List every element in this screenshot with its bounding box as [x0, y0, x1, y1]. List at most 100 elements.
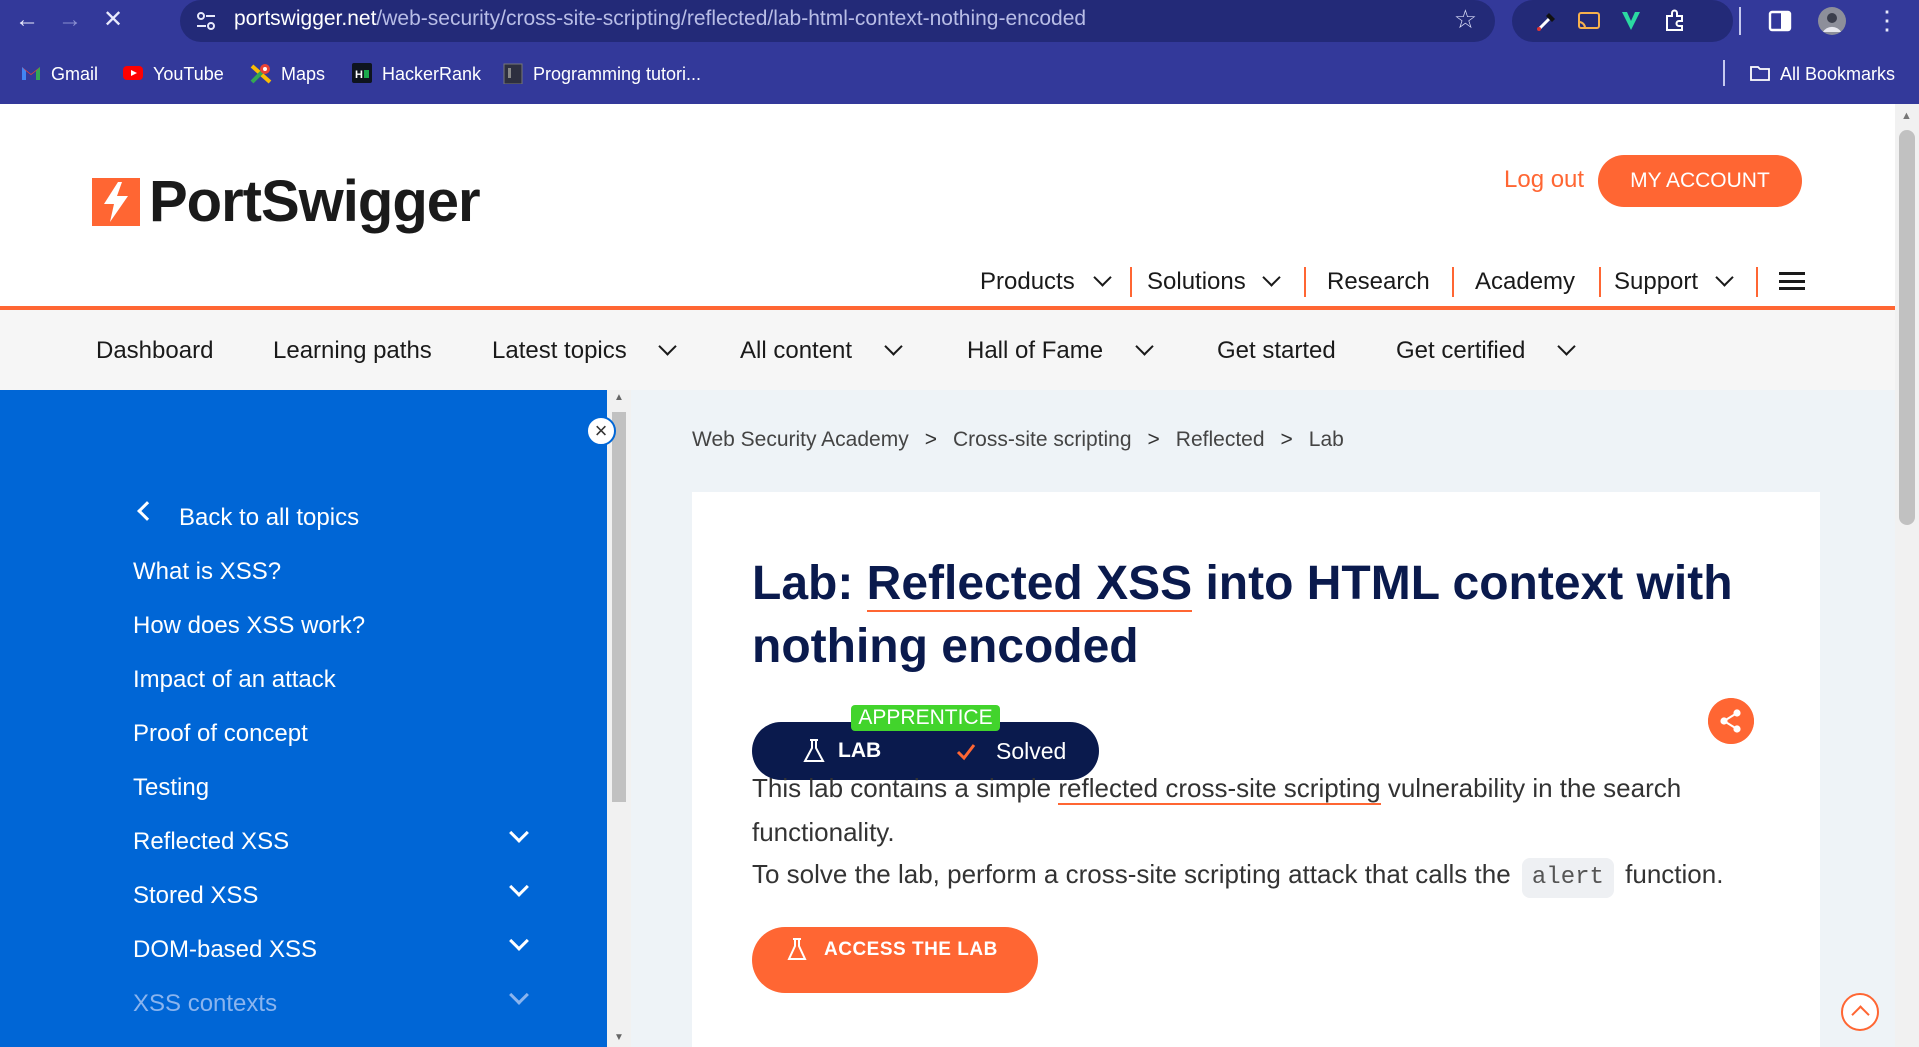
- chevron-down-icon: [1262, 268, 1281, 287]
- subnav-get-started[interactable]: Get started: [1217, 337, 1336, 365]
- bookmark-label: Gmail: [51, 64, 99, 84]
- sidebar-item-impact[interactable]: Impact of an attack: [133, 666, 336, 694]
- logout-link[interactable]: Log out: [1504, 166, 1584, 194]
- flask-icon: [803, 739, 825, 762]
- bookmark-label: Programming tutori...: [533, 64, 702, 84]
- bookmark-programming[interactable]: Programming tutori...: [502, 55, 701, 93]
- chevron-down-icon[interactable]: [884, 337, 903, 356]
- lab-title-prefix: Lab:: [752, 557, 867, 610]
- cast-extension-icon[interactable]: [1576, 8, 1602, 34]
- site-settings-icon[interactable]: [194, 9, 218, 33]
- bookmark-label: HackerRank: [382, 64, 482, 84]
- stop-loading-icon[interactable]: ✕: [95, 2, 131, 38]
- url-text[interactable]: portswigger.net/web-security/cross-site-…: [234, 0, 1086, 42]
- sidebar-item-testing[interactable]: Testing: [133, 774, 209, 802]
- breadcrumb-item[interactable]: Web Security Academy: [692, 428, 909, 451]
- youtube-icon: [123, 66, 143, 81]
- all-bookmarks-label: All Bookmarks: [1780, 64, 1896, 84]
- breadcrumb-separator: >: [924, 428, 937, 451]
- folder-icon: [1750, 66, 1770, 82]
- hamburger-menu-icon[interactable]: [1779, 272, 1805, 290]
- sidebar-item-stored-xss[interactable]: Stored XSS: [133, 882, 258, 910]
- url-path: /web-security/cross-site-scripting/refle…: [376, 7, 1087, 30]
- chevron-down-icon[interactable]: [1135, 337, 1154, 356]
- bookmark-maps[interactable]: Maps: [250, 55, 325, 93]
- sidebar-item-proof-of-concept[interactable]: Proof of concept: [133, 720, 308, 748]
- sidebar-item-xss-contexts[interactable]: XSS contexts: [133, 990, 277, 1018]
- chevron-down-icon[interactable]: [658, 337, 677, 356]
- lab-description: This lab contains a simple reflected cro…: [752, 766, 1772, 854]
- bookmark-youtube[interactable]: YouTube: [122, 55, 224, 93]
- eyedropper-extension-icon[interactable]: [1534, 8, 1560, 34]
- scroll-down-arrow-icon[interactable]: ▼: [614, 1032, 624, 1043]
- kebab-menu-icon[interactable]: ⋮: [1869, 2, 1905, 38]
- subnav-hall-of-fame[interactable]: Hall of Fame: [967, 337, 1103, 365]
- flask-icon: [787, 938, 807, 960]
- bookmarks-bar: Gmail YouTube Maps H HackerRank Programm…: [0, 55, 1919, 93]
- portswigger-logo-icon: [92, 178, 140, 226]
- breadcrumb-item[interactable]: Cross-site scripting: [953, 428, 1132, 451]
- breadcrumb: Web Security Academy > Cross-site scriptin…: [692, 428, 1344, 452]
- chevron-down-icon[interactable]: [1557, 337, 1576, 356]
- difficulty-badge: APPRENTICE: [851, 705, 1000, 731]
- scroll-up-arrow-icon[interactable]: ▲: [1901, 110, 1912, 122]
- lab-instructions: To solve the lab, perform a cross-site s…: [752, 852, 1852, 898]
- address-bar[interactable]: portswigger.net/web-security/cross-site-…: [180, 0, 1495, 42]
- access-lab-button[interactable]: ACCESS THE LAB: [752, 927, 1038, 993]
- close-sidebar-icon[interactable]: ×: [586, 416, 616, 446]
- nav-divider: [1599, 267, 1601, 297]
- academy-subnav: Dashboard Learning paths Latest topics A…: [0, 310, 1895, 390]
- breadcrumb-separator: >: [1147, 428, 1160, 451]
- maps-icon: [250, 64, 272, 84]
- bookmark-star-icon[interactable]: ☆: [1454, 4, 1477, 35]
- subnav-get-certified[interactable]: Get certified: [1396, 337, 1525, 365]
- lab-title: Lab: Reflected XSS into HTML context wit…: [752, 552, 1792, 678]
- page-scrollbar-thumb[interactable]: [1899, 130, 1915, 525]
- subnav-learning-paths[interactable]: Learning paths: [273, 337, 432, 365]
- web-page: PortSwigger Log out MY ACCOUNT Products …: [0, 104, 1895, 1047]
- scroll-up-arrow-icon[interactable]: ▲: [614, 392, 624, 403]
- back-to-top-icon[interactable]: [1841, 993, 1879, 1031]
- nav-divider: [1452, 267, 1454, 297]
- my-account-button[interactable]: MY ACCOUNT: [1598, 155, 1802, 207]
- profile-avatar-icon[interactable]: [1817, 6, 1847, 36]
- description-text: This lab contains a simple: [752, 773, 1059, 803]
- nav-divider: [1756, 267, 1758, 297]
- bookmark-gmail[interactable]: Gmail: [20, 55, 98, 93]
- reflected-xss-link[interactable]: reflected cross-site scripting: [1058, 773, 1381, 805]
- nav-label: Support: [1614, 268, 1699, 295]
- sidebar-scrollbar-thumb[interactable]: [612, 412, 626, 802]
- back-arrow-icon[interactable]: ←: [9, 2, 45, 38]
- back-to-topics-link[interactable]: Back to all topics: [179, 504, 359, 532]
- chevron-down-icon: [1715, 268, 1734, 287]
- lab-title-link[interactable]: Reflected XSS: [866, 557, 1193, 612]
- bookmark-hackerrank[interactable]: H HackerRank: [351, 55, 481, 93]
- all-bookmarks-button[interactable]: All Bookmarks: [1749, 55, 1895, 93]
- toolbar-divider: [1739, 7, 1741, 35]
- extensions-puzzle-icon[interactable]: [1662, 8, 1688, 34]
- sidebar-item-what-is-xss[interactable]: What is XSS?: [133, 558, 281, 586]
- subnav-latest-topics[interactable]: Latest topics: [492, 337, 627, 365]
- nav-divider: [1130, 267, 1132, 297]
- code-alert: alert: [1521, 858, 1614, 898]
- subnav-all-content[interactable]: All content: [740, 337, 852, 365]
- bookmark-page-icon: [503, 63, 523, 85]
- sidebar-scrollbar[interactable]: ▲ ▼: [607, 390, 631, 1047]
- sidebar-item-reflected-xss[interactable]: Reflected XSS: [133, 828, 289, 856]
- nav-label: Solutions: [1147, 268, 1246, 295]
- wappalyzer-extension-icon[interactable]: [1618, 8, 1644, 34]
- breadcrumb-item[interactable]: Reflected: [1176, 428, 1265, 451]
- extensions-group: [1512, 0, 1733, 42]
- sidebar-item-dom-xss[interactable]: DOM-based XSS: [133, 936, 317, 964]
- forward-arrow-icon[interactable]: →: [52, 2, 88, 38]
- instructions-text: To solve the lab, perform a cross-site s…: [752, 859, 1511, 889]
- page-scrollbar[interactable]: ▲: [1895, 104, 1919, 1047]
- checkmark-icon: [956, 744, 976, 761]
- subnav-dashboard[interactable]: Dashboard: [96, 337, 213, 365]
- sidebar-item-how-xss-works[interactable]: How does XSS work?: [133, 612, 365, 640]
- sidebar-toggle-icon[interactable]: [1765, 6, 1795, 36]
- breadcrumb-item[interactable]: Lab: [1309, 428, 1344, 451]
- hackerrank-icon: H: [352, 63, 372, 84]
- nav-divider: [1304, 267, 1306, 297]
- share-icon[interactable]: [1708, 698, 1754, 744]
